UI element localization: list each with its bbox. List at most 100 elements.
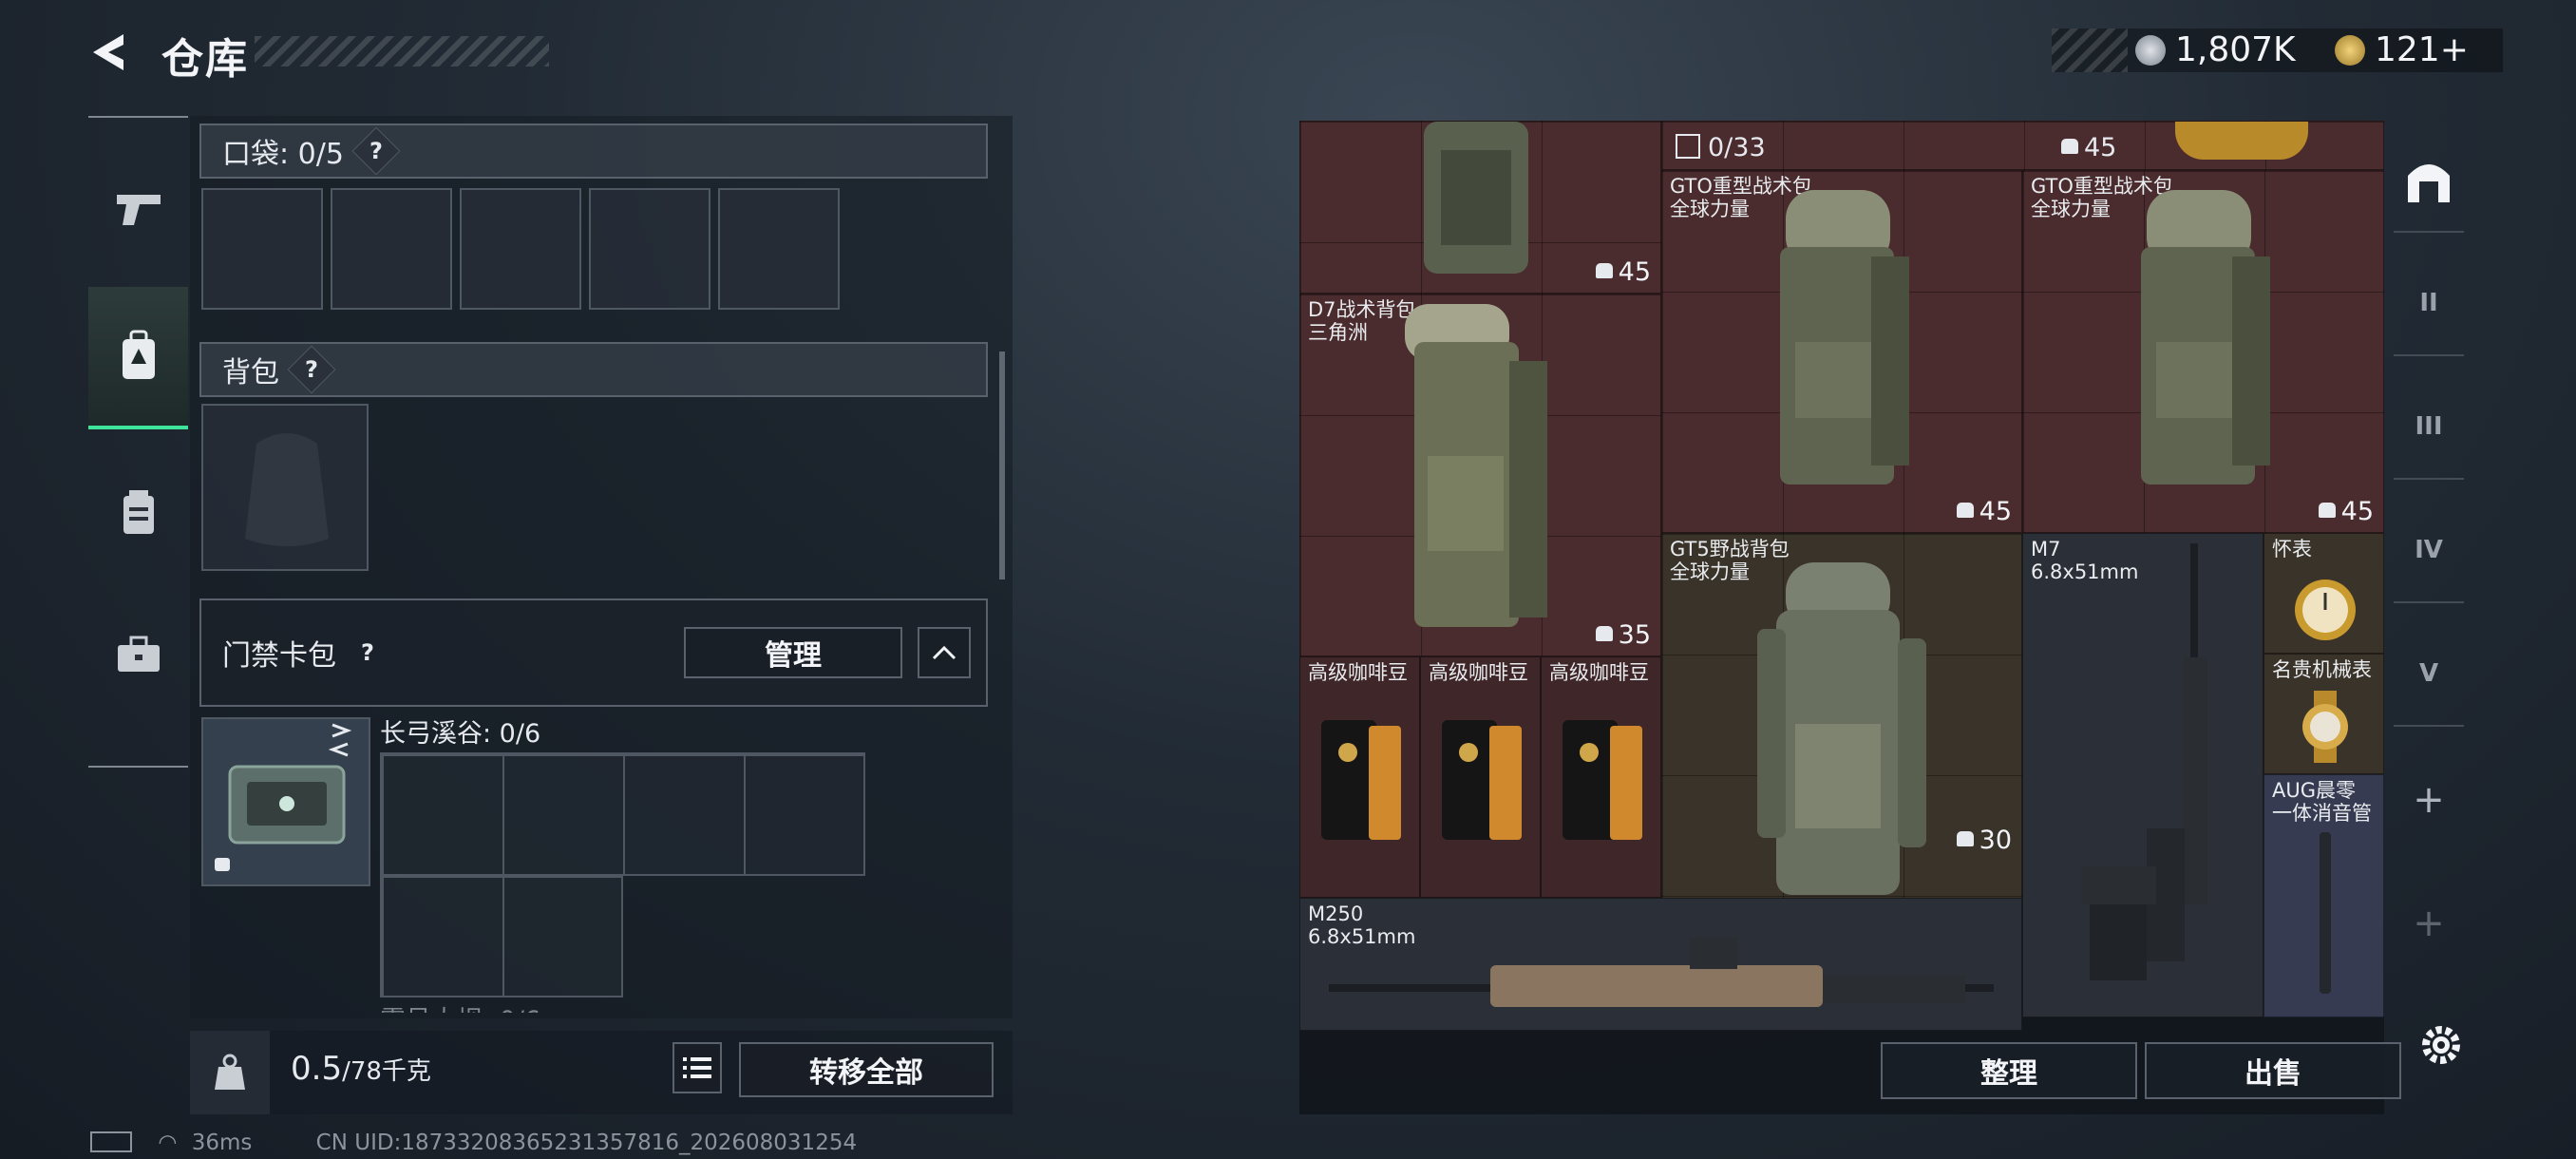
transfer-all-button[interactable]: 转移全部 xyxy=(739,1042,994,1097)
back-button[interactable] xyxy=(85,28,133,76)
coffee-bag-icon xyxy=(1563,720,1642,840)
item-name: 高级咖啡豆 xyxy=(1308,661,1408,684)
collapse-button[interactable] xyxy=(918,627,971,678)
stash-page-icon: V xyxy=(2418,659,2439,688)
stash-tab-all[interactable] xyxy=(2394,128,2464,233)
stash-tab-2[interactable]: II xyxy=(2394,252,2464,356)
stash-item-coffee-3[interactable]: 高级咖啡豆 xyxy=(1541,656,1661,898)
backpack-header: 背包 ? xyxy=(199,342,988,397)
gear-icon xyxy=(2422,1026,2460,1064)
pocket-label: 口袋: 0/5 xyxy=(222,138,344,171)
battery-icon xyxy=(90,1131,132,1152)
list-icon xyxy=(683,1057,711,1078)
item-name: 高级咖啡豆 xyxy=(1549,661,1649,684)
stash-item-coffee-1[interactable]: 高级咖啡豆 xyxy=(1299,656,1420,898)
pocket-slot-3[interactable] xyxy=(460,188,581,310)
backpack-slot[interactable] xyxy=(201,404,369,571)
stash-grid: 45 0/33 45 D7战术背包 三角洲 35 GTO重型战术包 全球力量 4… xyxy=(1299,121,2384,1031)
gold-coin-icon xyxy=(2335,35,2365,66)
d7-backpack-icon xyxy=(1405,304,1547,627)
stash-tab-4[interactable]: IV xyxy=(2394,499,2464,603)
pocket-slot-2[interactable] xyxy=(331,188,452,310)
manage-button[interactable]: 管理 xyxy=(684,627,902,678)
chevron-up-icon xyxy=(932,645,957,660)
keycard-grid-row1[interactable] xyxy=(380,752,865,876)
weight-max: /78千克 xyxy=(342,1057,431,1086)
wifi-icon: ◠ xyxy=(158,1130,178,1155)
backpack-placeholder-icon xyxy=(245,433,329,546)
pocket-help-button[interactable]: ? xyxy=(351,126,401,176)
left-scrollbar[interactable] xyxy=(999,352,1005,580)
keycard-case-icon xyxy=(215,723,352,871)
top-capacity-label: 45 xyxy=(2061,133,2116,162)
page-title: 仓库 xyxy=(161,35,249,84)
pocket-slot-5[interactable] xyxy=(718,188,840,310)
backpack-help-button[interactable]: ? xyxy=(287,345,336,394)
stash-tab-5[interactable]: V xyxy=(2394,622,2464,727)
stash-item-gto-pack-2[interactable]: GTO重型战术包 全球力量 45 xyxy=(2022,170,2384,533)
rifle-icon xyxy=(2080,543,2207,980)
pocket-slot-4[interactable] xyxy=(589,188,710,310)
suppressor-icon xyxy=(2320,832,2331,994)
pistol-icon xyxy=(116,195,161,225)
capacity-label: 45 xyxy=(1595,257,1651,287)
silver-coin-icon xyxy=(2135,35,2166,66)
uid-label: CN UID:18733208365231357816_202608031254 xyxy=(315,1130,858,1155)
stash-home-icon xyxy=(2408,164,2450,202)
ping-label: 36ms xyxy=(191,1130,253,1155)
pocket-watch-icon xyxy=(2295,580,2356,640)
briefcase-icon xyxy=(117,636,160,672)
equipment-panel: 口袋: 0/5 ? 背包 ? 门禁卡包 ? 管理 长弓溪谷: 0/6 xyxy=(190,116,1013,1018)
item-name: AUG晨零 一体消音管 xyxy=(2272,779,2372,825)
gold-amount: 121+ xyxy=(2375,30,2469,69)
add-stash-page-button-disabled: + xyxy=(2413,902,2445,945)
coffee-bag-icon xyxy=(1442,720,1522,840)
stash-item-gto-pack-1[interactable]: GTO重型战术包 全球力量 45 xyxy=(1661,170,2022,533)
item-name: 名贵机械表 xyxy=(2272,658,2372,681)
stash-item-top-row[interactable]: 0/33 45 xyxy=(1661,121,2384,170)
coffee-bag-icon xyxy=(1321,720,1401,840)
sell-button[interactable]: 出售 xyxy=(2145,1042,2401,1099)
item-name: 怀表 xyxy=(2272,538,2312,560)
backpack-item-icon xyxy=(1424,122,1528,274)
nav-vest[interactable] xyxy=(88,441,188,583)
pocket-header: 口袋: 0/5 ? xyxy=(199,124,988,179)
stash-item-d7-backpack[interactable]: D7战术背包 三角洲 35 xyxy=(1299,294,1661,656)
stash-item-coffee-2[interactable]: 高级咖啡豆 xyxy=(1420,656,1541,898)
list-view-button[interactable] xyxy=(672,1042,722,1093)
stash-action-bar: 整理 出售 xyxy=(1299,1031,2401,1114)
nav-case[interactable] xyxy=(88,583,188,726)
weight-bar: 0.5/78千克 转移全部 xyxy=(190,1031,1013,1114)
nav-weapons[interactable] xyxy=(88,137,188,279)
wristwatch-icon xyxy=(2302,691,2348,763)
vest-icon xyxy=(123,490,154,534)
sort-button[interactable]: 整理 xyxy=(1881,1042,2137,1099)
keycard-map-title: 长弓溪谷: 0/6 xyxy=(380,719,541,749)
currency-bar: 1,807K 121+ xyxy=(2052,28,2503,72)
stash-tab-3[interactable]: III xyxy=(2394,375,2464,480)
gt5-backpack-icon xyxy=(1757,562,1926,895)
ammo-item-icon xyxy=(2175,122,2308,160)
nav-backpack[interactable] xyxy=(88,287,188,429)
backpack-label: 背包 xyxy=(222,356,279,390)
keycard-label: 门禁卡包 xyxy=(222,639,336,673)
stash-item-aug-suppressor[interactable]: AUG晨零 一体消音管 xyxy=(2263,774,2384,1017)
backpack-icon xyxy=(122,330,155,379)
grid-icon xyxy=(1676,134,1700,159)
keycard-help-button[interactable]: ? xyxy=(345,630,390,675)
stash-item-backpack-partial[interactable]: 45 xyxy=(1299,121,1661,294)
stash-item-pocket-watch[interactable]: 怀表 xyxy=(2263,533,2384,654)
keycard-case-slot[interactable] xyxy=(201,717,370,886)
stash-item-m250[interactable]: M250 6.8x51mm xyxy=(1299,898,2022,1031)
stash-item-luxury-watch[interactable]: 名贵机械表 xyxy=(2263,654,2384,774)
keycard-grid-row2[interactable] xyxy=(380,874,623,998)
capacity-label: 45 xyxy=(1956,497,2012,526)
add-stash-page-button[interactable]: + xyxy=(2394,748,2464,852)
stash-item-m7-rifle[interactable]: M7 6.8x51mm xyxy=(2022,533,2263,1017)
pocket-slot-1[interactable] xyxy=(201,188,323,310)
machine-gun-icon xyxy=(1329,937,1994,1007)
item-name: 高级咖啡豆 xyxy=(1429,661,1528,684)
settings-button[interactable] xyxy=(2417,1021,2465,1069)
stash-page-icon: II xyxy=(2419,289,2438,317)
weight-value: 0.5 xyxy=(291,1050,343,1088)
